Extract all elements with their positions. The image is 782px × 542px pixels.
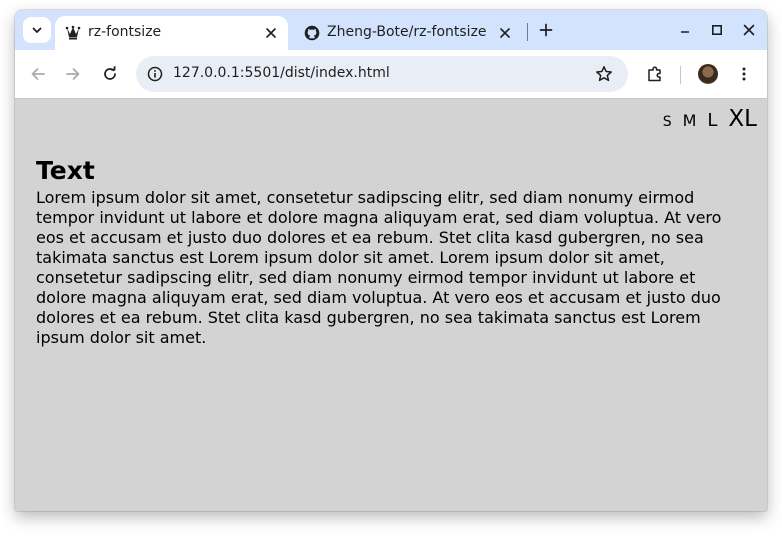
new-tab-button[interactable] [536,20,556,40]
tab-github[interactable]: Zheng-Bote/rz-fontsize [294,16,522,50]
reload-button[interactable] [98,62,122,86]
font-size-s[interactable]: S [663,114,672,130]
profile-avatar[interactable] [698,64,718,84]
maximize-button[interactable] [707,20,727,40]
font-size-switcher: S M L XL [663,106,757,132]
browser-window: rz-fontsize Zheng-Bote/rz-fontsize 127.0… [15,10,767,511]
menu-button[interactable] [732,62,756,86]
tab-strip: rz-fontsize Zheng-Bote/rz-fontsize [15,10,767,50]
address-bar[interactable]: 127.0.0.1:5501/dist/index.html [136,56,628,92]
extensions-button[interactable] [643,62,667,86]
minimize-button[interactable] [675,20,695,40]
site-info-icon[interactable] [146,65,164,83]
chevron-down-icon [32,27,42,33]
tab-search-button[interactable] [23,17,51,43]
page-heading: Text [36,156,95,185]
puzzle-icon [648,66,661,82]
close-tab-icon[interactable] [262,24,280,42]
font-size-m[interactable]: M [683,111,697,130]
tab-title: Zheng-Bote/rz-fontsize [327,24,487,40]
url-text[interactable]: 127.0.0.1:5501/dist/index.html [173,65,390,81]
close-window-button[interactable] [739,20,759,40]
tab-rz-fontsize[interactable]: rz-fontsize [55,16,288,50]
tab-title: rz-fontsize [88,24,162,40]
forward-arrow-icon [66,68,80,80]
toolbar-divider [680,66,681,84]
page-content: S M L XL Text Lorem ipsum dolor sit amet… [15,100,767,511]
forward-button[interactable] [61,62,85,86]
body-paragraph: Lorem ipsum dolor sit amet, consetetur s… [36,188,722,347]
back-arrow-icon [31,68,45,80]
maximize-icon [711,24,722,35]
font-size-xl[interactable]: XL [728,106,757,132]
font-size-l[interactable]: L [707,110,717,131]
minimize-icon [681,31,689,33]
more-vert-icon [742,67,746,81]
tab-separator [527,23,528,41]
jester-favicon-icon [64,24,82,42]
plus-icon [539,23,553,37]
close-tab-icon[interactable] [496,24,514,42]
browser-toolbar: 127.0.0.1:5501/dist/index.html [15,50,767,99]
close-icon [743,24,755,36]
back-button[interactable] [26,62,50,86]
reload-icon [104,66,116,80]
bookmark-star-icon[interactable] [594,64,614,84]
github-icon [303,24,321,42]
